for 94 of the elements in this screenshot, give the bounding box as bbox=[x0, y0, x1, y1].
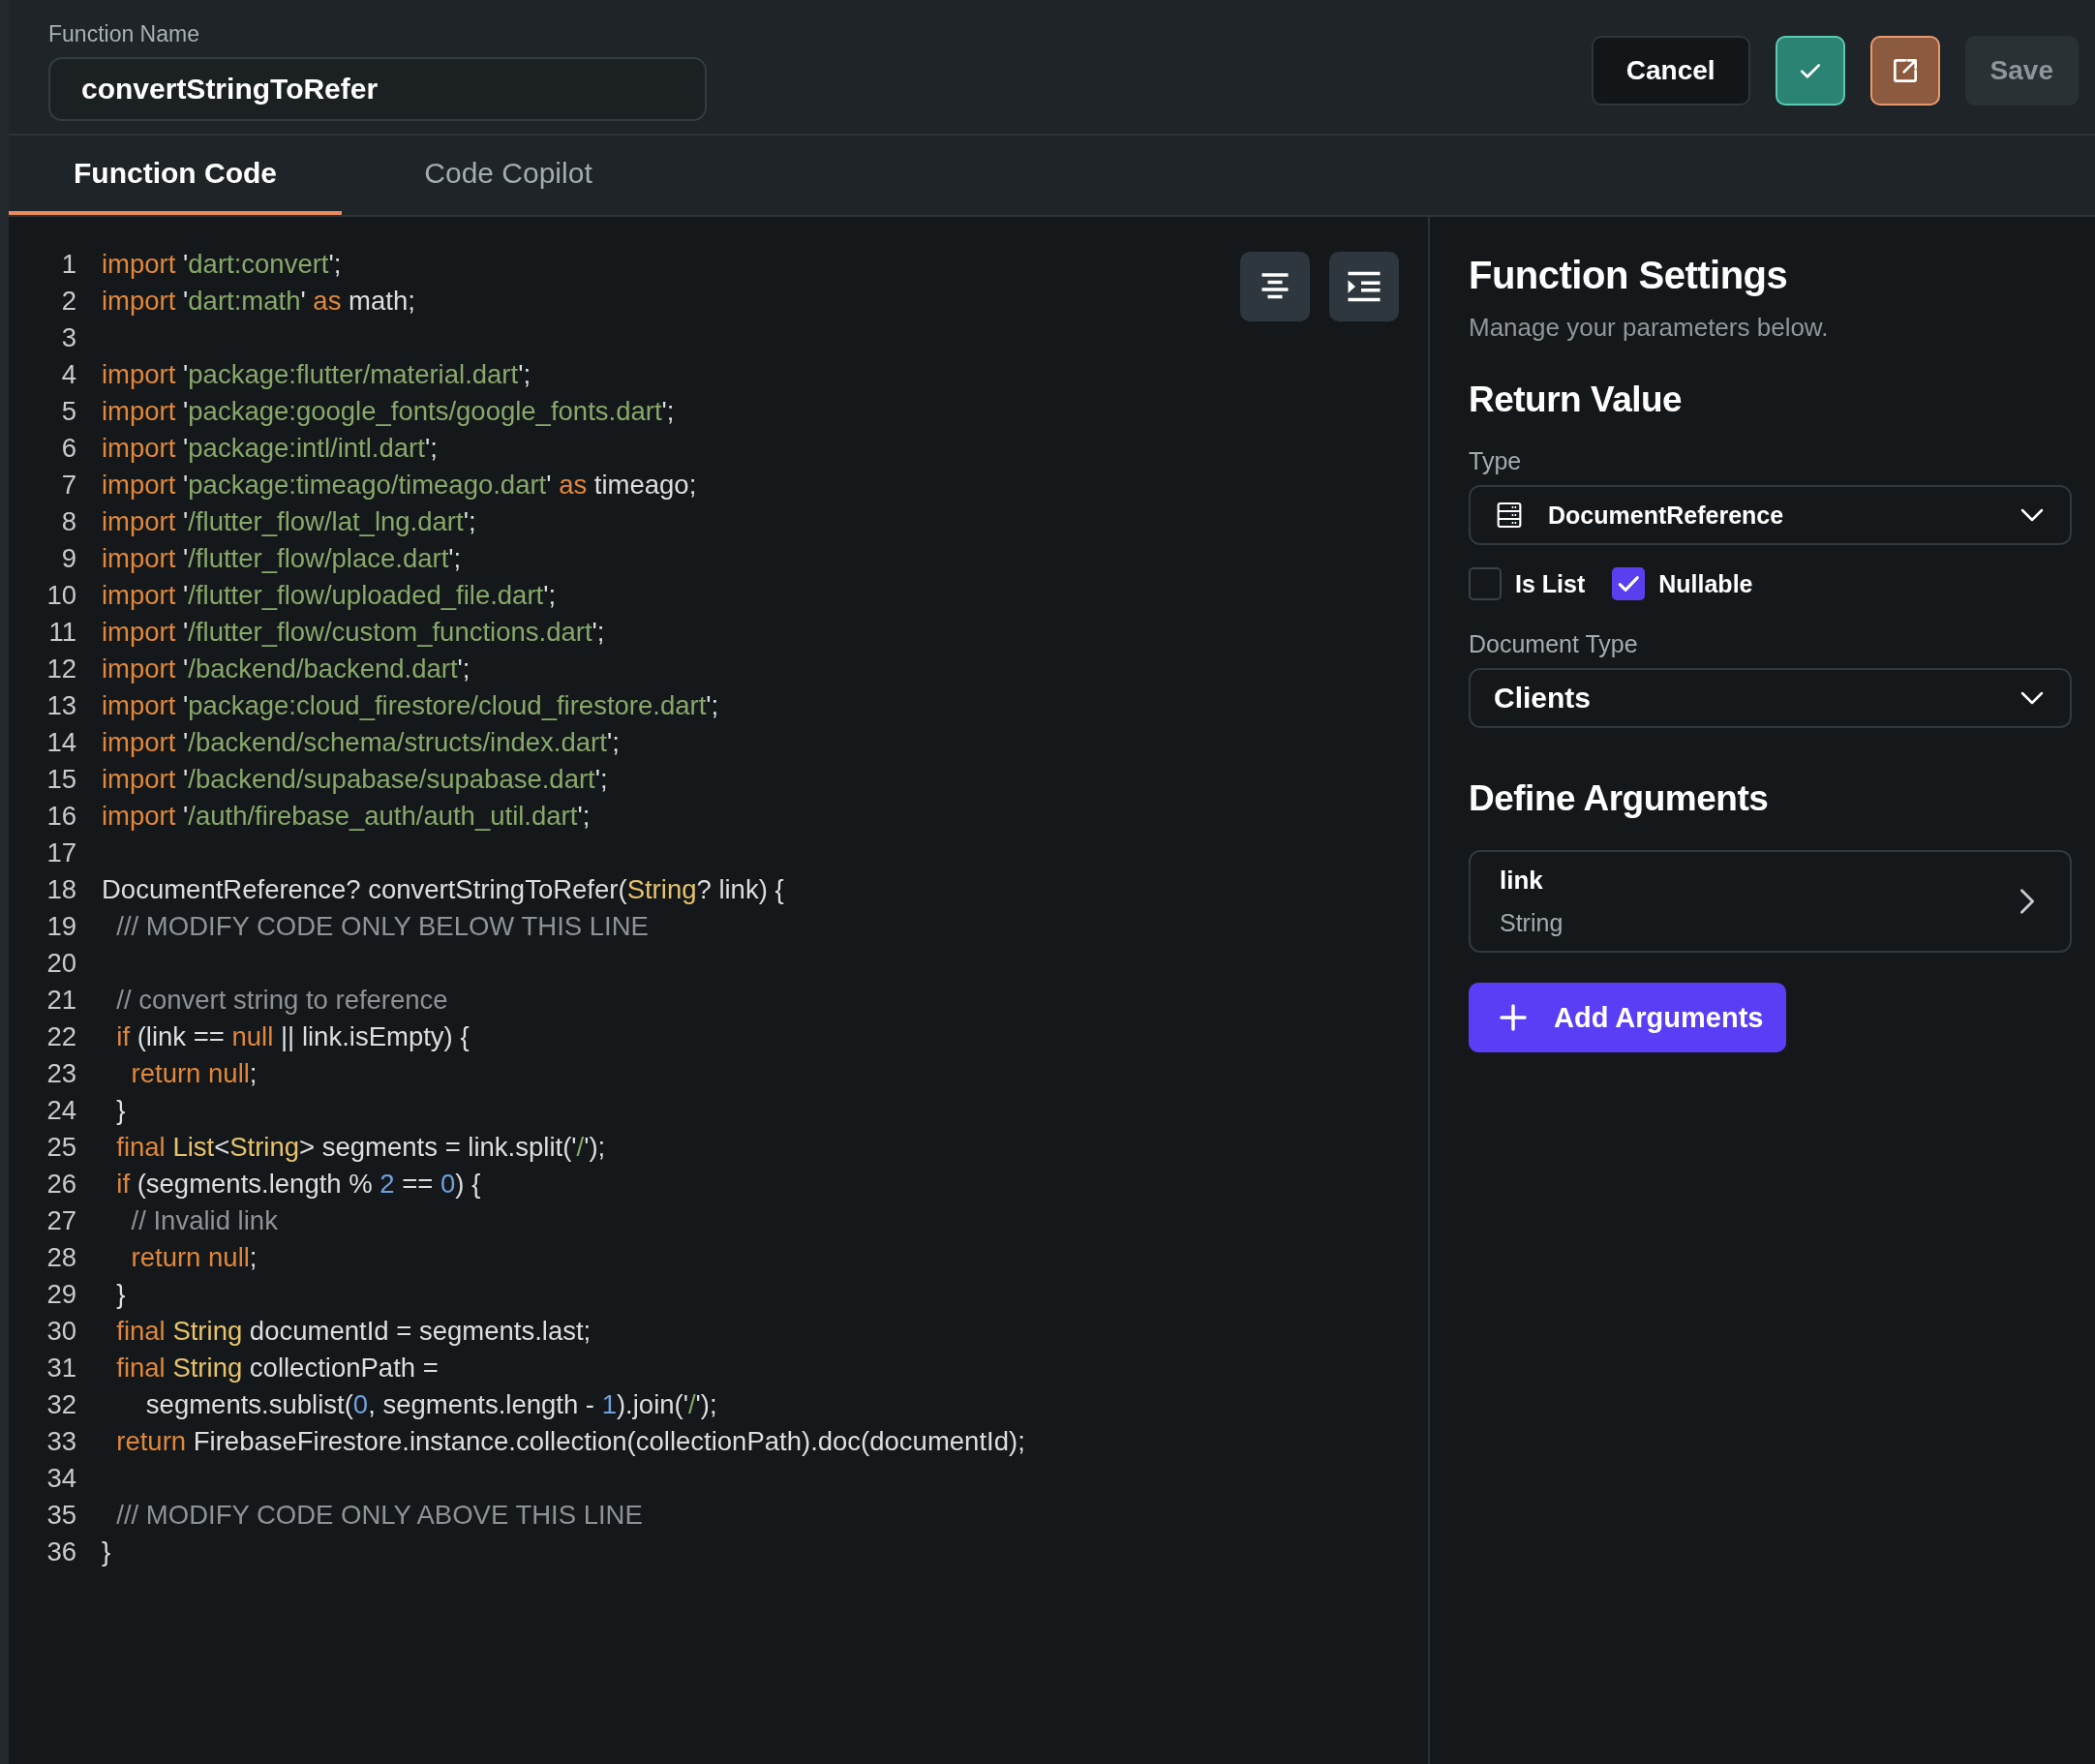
field-label: Type bbox=[1469, 447, 1523, 475]
code-line: if (link == null || link.isEmpty) { bbox=[115, 1021, 470, 1052]
panel-title: Function Settings bbox=[1469, 254, 1789, 297]
code-line: // convert string to reference bbox=[115, 985, 448, 1016]
line-number: 17 bbox=[46, 837, 77, 868]
line-number: 13 bbox=[46, 690, 77, 721]
code-line: import '/flutter_flow/place.dart'; bbox=[102, 543, 462, 574]
line-number: 9 bbox=[60, 543, 77, 574]
line-number: 15 bbox=[46, 764, 77, 795]
line-number: 34 bbox=[46, 1463, 77, 1494]
line-number: 31 bbox=[46, 1353, 77, 1384]
add-arguments-button[interactable]: Add Arguments bbox=[1469, 983, 1787, 1052]
line-number: 5 bbox=[60, 396, 77, 427]
field-label: Document Type bbox=[1469, 630, 1639, 658]
code-line: /// MODIFY CODE ONLY BELOW THIS LINE bbox=[115, 911, 649, 942]
plus-icon bbox=[1498, 1002, 1529, 1033]
line-number: 10 bbox=[46, 580, 77, 611]
line-number: 29 bbox=[46, 1279, 77, 1310]
code-line: import '/flutter_flow/custom_functions.dart'; bbox=[102, 617, 605, 648]
line-number: 35 bbox=[46, 1500, 77, 1531]
code-line: import '/backend/supabase/supabase.dart'; bbox=[102, 764, 608, 795]
code-line: import 'dart:convert'; bbox=[102, 249, 342, 280]
line-number: 21 bbox=[46, 985, 77, 1016]
line-number: 16 bbox=[46, 801, 77, 832]
cancel-button[interactable]: Cancel bbox=[1591, 36, 1750, 106]
line-number: 26 bbox=[46, 1169, 77, 1200]
line-number: 36 bbox=[46, 1536, 77, 1567]
line-number: 24 bbox=[46, 1095, 77, 1126]
line-number: 27 bbox=[46, 1205, 77, 1236]
checkbox[interactable] bbox=[1469, 567, 1502, 600]
code-line: final String collectionPath = bbox=[115, 1353, 439, 1384]
type-dropdown[interactable]: DocumentReference bbox=[1469, 485, 2072, 545]
section-title: Return Value bbox=[1469, 380, 1684, 420]
argument-name: link bbox=[1500, 866, 1544, 896]
checkbox-label: Is List bbox=[1515, 569, 1586, 598]
line-number: 12 bbox=[46, 654, 77, 684]
checkbox-label: Nullable bbox=[1658, 569, 1753, 598]
code-line: import 'package:flutter/material.dart'; bbox=[102, 359, 531, 390]
code-line: segments.sublist(0, segments.length - 1).join('/'); bbox=[144, 1389, 717, 1420]
line-number: 32 bbox=[46, 1389, 77, 1420]
code-line: } bbox=[115, 1279, 126, 1310]
code-line: import '/auth/firebase_auth/auth_util.dart'; bbox=[102, 801, 591, 832]
argument-type: String bbox=[1500, 909, 1564, 937]
code-line: import '/flutter_flow/uploaded_file.dart'; bbox=[102, 580, 557, 611]
line-number: 30 bbox=[46, 1316, 77, 1347]
document-type-dropdown[interactable]: Clients bbox=[1469, 668, 2072, 728]
code-line: } bbox=[102, 1536, 111, 1567]
code-line: // Invalid link bbox=[130, 1205, 278, 1236]
code-line: import '/flutter_flow/lat_lng.dart'; bbox=[102, 506, 476, 537]
line-number: 18 bbox=[46, 874, 77, 905]
function-name-field[interactable]: convertStringToRefer bbox=[48, 57, 707, 121]
code-line: import 'package:google_fonts/google_fonts.dart'; bbox=[102, 396, 675, 427]
align-center-button[interactable] bbox=[1240, 252, 1310, 321]
code-line: import 'dart:math' as math; bbox=[102, 286, 415, 317]
code-line: return FirebaseFirestore.instance.collection(collectionPath).doc(documentId); bbox=[115, 1426, 1025, 1457]
code-line: import '/backend/backend.dart'; bbox=[102, 654, 471, 684]
line-number: 4 bbox=[60, 359, 77, 390]
code-line: final String documentId = segments.last; bbox=[115, 1316, 592, 1347]
line-number: 6 bbox=[60, 433, 77, 464]
line-number: 20 bbox=[46, 948, 77, 979]
tab[interactable]: Code Copilot bbox=[342, 136, 675, 215]
code-line: } bbox=[115, 1095, 126, 1126]
argument-card[interactable]: link String bbox=[1469, 850, 2072, 953]
indent-button[interactable] bbox=[1329, 252, 1399, 321]
code-line: import '/backend/schema/structs/index.dart'; bbox=[102, 727, 620, 758]
line-number: 14 bbox=[46, 727, 77, 758]
line-number: 1 bbox=[60, 249, 77, 280]
code-line: return null; bbox=[130, 1242, 258, 1273]
code-line: import 'package:timeago/timeago.dart' as timeago; bbox=[102, 470, 697, 501]
line-number: 33 bbox=[46, 1426, 77, 1457]
code-line: if (segments.length % 2 == 0) { bbox=[115, 1169, 481, 1200]
code-line: DocumentReference? convertStringToRefer(String? link) { bbox=[102, 874, 784, 905]
line-number: 19 bbox=[46, 911, 77, 942]
line-number: 23 bbox=[46, 1058, 77, 1089]
line-number: 22 bbox=[46, 1021, 77, 1052]
code-line: return null; bbox=[130, 1058, 258, 1089]
open-external-button[interactable] bbox=[1869, 36, 1940, 106]
field-label: Function Name bbox=[48, 21, 200, 47]
line-number: 2 bbox=[60, 286, 77, 317]
line-number: 8 bbox=[60, 506, 77, 537]
line-number: 11 bbox=[47, 617, 77, 648]
section-title: Define Arguments bbox=[1469, 778, 1770, 819]
checkbox[interactable] bbox=[1612, 567, 1646, 600]
panel-subtitle: Manage your parameters below. bbox=[1469, 313, 1830, 343]
line-number: 25 bbox=[46, 1132, 77, 1163]
line-number: 28 bbox=[46, 1242, 77, 1273]
tab[interactable]: Function Code bbox=[9, 136, 342, 215]
code-line: import 'package:intl/intl.dart'; bbox=[102, 433, 438, 464]
line-number: 3 bbox=[60, 322, 77, 353]
code-line: final List<String> segments = link.split('/'); bbox=[115, 1132, 606, 1163]
check-button[interactable] bbox=[1775, 36, 1845, 106]
code-line: /// MODIFY CODE ONLY ABOVE THIS LINE bbox=[115, 1500, 643, 1531]
code-line: import 'package:cloud_firestore/cloud_firestore.dart'; bbox=[102, 690, 719, 721]
line-number: 7 bbox=[60, 470, 77, 501]
